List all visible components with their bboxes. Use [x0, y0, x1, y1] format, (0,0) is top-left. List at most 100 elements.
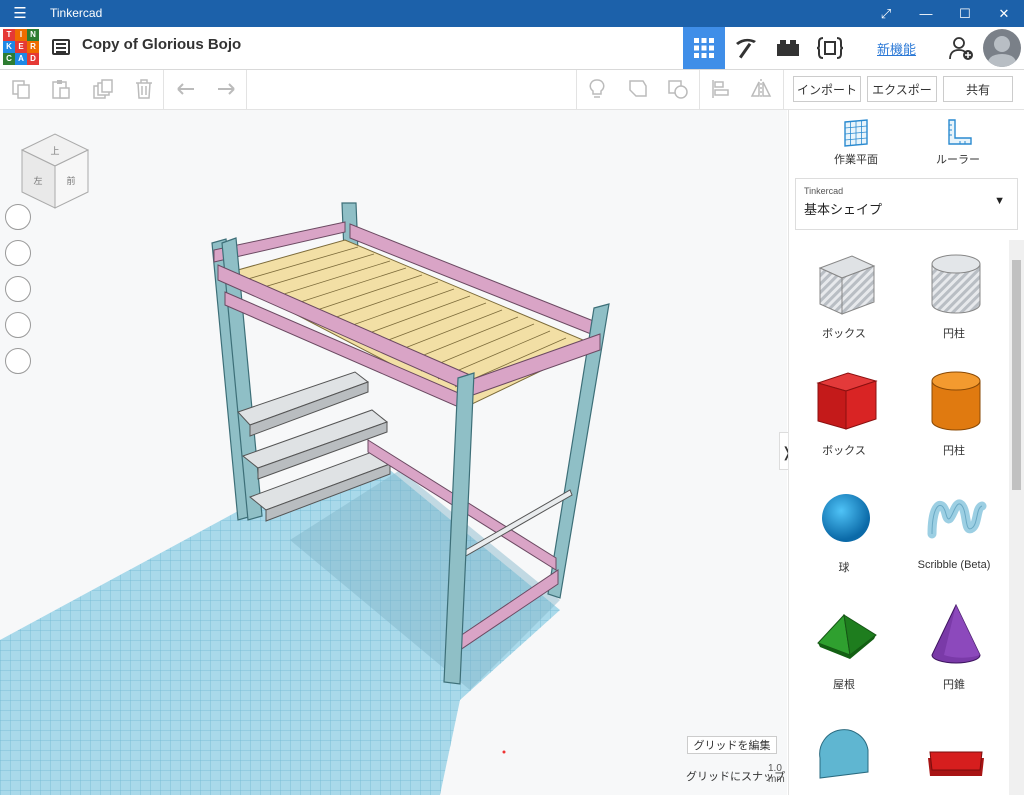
box-striped-icon — [818, 255, 876, 315]
snap-grid-select[interactable]: 1.0 mm — [768, 763, 787, 785]
avatar[interactable] — [983, 29, 1021, 67]
shape-text[interactable] — [899, 708, 1009, 795]
shape-label: Scribble (Beta) — [917, 559, 991, 571]
close-button[interactable]: ✕ — [984, 0, 1024, 27]
workplane-icon — [844, 119, 868, 147]
import-button[interactable]: インポート — [793, 76, 861, 102]
dropdown-caret-icon: ▼ — [994, 195, 1005, 207]
library-name: 基本シェイプ — [804, 202, 883, 217]
shape-label: ボックス — [822, 445, 866, 457]
hamburger-menu-icon[interactable]: ☰ — [10, 4, 30, 24]
workplane-tool[interactable]: 作業平面 — [811, 118, 901, 167]
scribble-icon — [927, 499, 987, 539]
shape-label: ボックス — [822, 328, 866, 340]
roof-green-icon — [817, 613, 877, 659]
user-icon — [987, 36, 1017, 67]
library-category: Tinkercad — [804, 186, 844, 196]
shape-cylinder-hole[interactable]: 円柱 — [899, 240, 1009, 356]
logo-letter: K — [3, 41, 15, 53]
shape-label: 屋根 — [833, 679, 855, 691]
shape-box[interactable]: ボックス — [789, 357, 899, 473]
fullscreen-icon[interactable]: ⤢ — [866, 0, 906, 27]
tinkercad-logo[interactable]: T I N K E R C A D — [3, 29, 39, 65]
grid-icon — [694, 38, 714, 58]
edit-grid-button[interactable]: グリッドを編集 — [687, 736, 777, 754]
share-button[interactable]: 共有 — [943, 76, 1013, 102]
viewcube-top-label: 上 — [50, 146, 59, 157]
viewcube-left-label: 左 — [33, 175, 42, 187]
redo-icon[interactable] — [215, 78, 237, 100]
3d-viewport[interactable]: 上 左 前 グリッドを編集 グリッドにスナップ 1.0 mm — [0, 110, 787, 795]
maximize-button[interactable]: ☐ — [945, 0, 985, 27]
cone-purple-icon — [931, 603, 981, 664]
minimize-button[interactable]: — — [906, 0, 946, 27]
workplane-scene[interactable] — [0, 110, 787, 795]
bricks-button[interactable] — [767, 27, 809, 69]
ungroup-icon[interactable] — [667, 78, 689, 100]
copy-icon[interactable] — [10, 78, 32, 100]
toolbar-divider — [699, 70, 700, 109]
add-user-icon — [949, 37, 973, 60]
shapes-panel: 作業平面 ルーラー Tinkercad 基本シェイプ ▼ ボックス 円柱 ボック… — [788, 110, 1024, 795]
code-braces-icon — [816, 37, 844, 59]
mirror-icon[interactable] — [750, 78, 772, 100]
shape-sphere[interactable]: 球 — [789, 474, 899, 590]
logo-letter: I — [15, 29, 27, 41]
3d-view-button[interactable] — [683, 27, 725, 69]
scrollbar-thumb[interactable] — [1012, 260, 1021, 490]
shape-box-hole[interactable]: ボックス — [789, 240, 899, 356]
snap-grid-value: 1.0 — [768, 763, 782, 774]
export-button[interactable]: エクスポート — [867, 76, 937, 123]
undo-icon[interactable] — [175, 78, 197, 100]
duplicate-icon[interactable] — [92, 78, 114, 100]
edit-toolbar: インポート エクスポート 共有 — [0, 70, 1024, 123]
title-bar: ☰ Tinkercad ⤢ — ☐ ✕ — [0, 0, 1024, 27]
toolbar-divider — [783, 70, 784, 109]
ortho-view-button[interactable] — [5, 348, 31, 374]
delete-icon[interactable] — [133, 78, 155, 100]
shape-label: 円柱 — [943, 328, 965, 340]
logo-letter: R — [27, 41, 39, 53]
zoom-out-button[interactable] — [5, 312, 31, 338]
align-icon[interactable] — [710, 78, 732, 100]
view-cube[interactable]: 上 左 前 — [18, 132, 92, 212]
fit-view-button[interactable] — [5, 240, 31, 266]
logo-letter: E — [15, 41, 27, 53]
snap-grid-unit: mm — [768, 774, 785, 785]
shape-cone[interactable]: 円錐 — [899, 591, 1009, 707]
ruler-tool[interactable]: ルーラー — [913, 118, 1003, 167]
ruler-label: ルーラー — [936, 154, 980, 166]
document-title[interactable]: Copy of Glorious Bojo — [82, 36, 241, 53]
group-icon[interactable] — [627, 78, 649, 100]
new-features-link[interactable]: 新機能 — [877, 39, 916, 58]
logo-letter: T — [3, 29, 15, 41]
codeblocks-button[interactable] — [809, 27, 851, 69]
shape-scribble[interactable]: Scribble (Beta) — [899, 474, 1009, 590]
shape-half-cylinder[interactable] — [789, 708, 899, 795]
paste-icon[interactable] — [50, 78, 72, 100]
origin-marker — [502, 750, 506, 754]
shape-library-select[interactable]: Tinkercad 基本シェイプ ▼ — [795, 178, 1018, 230]
home-view-button[interactable] — [5, 204, 31, 230]
light-bulb-icon[interactable] — [586, 78, 608, 100]
toolbar-divider — [576, 70, 577, 109]
design-list-icon[interactable] — [52, 39, 70, 55]
logo-letter: N — [27, 29, 39, 41]
shapes-scrollbar[interactable] — [1009, 240, 1024, 795]
text-3d-icon — [928, 751, 984, 776]
toolbar-divider — [163, 70, 164, 109]
shape-label: 円錐 — [943, 679, 965, 691]
invite-user-button[interactable] — [940, 27, 982, 69]
zoom-in-button[interactable] — [5, 276, 31, 302]
viewcube-front-label: 前 — [66, 175, 75, 187]
app-header: T I N K E R C A D Copy of Glorious Bojo … — [0, 27, 1024, 70]
half-cylinder-icon — [819, 729, 869, 779]
ruler-icon — [948, 119, 972, 145]
blocks-button[interactable] — [725, 27, 767, 69]
cylinder-striped-icon — [931, 254, 981, 314]
shape-label: 円柱 — [943, 445, 965, 457]
logo-letter: A — [15, 53, 27, 65]
shape-roof[interactable]: 屋根 — [789, 591, 899, 707]
shape-cylinder[interactable]: 円柱 — [899, 357, 1009, 473]
window-title: Tinkercad — [50, 6, 103, 20]
